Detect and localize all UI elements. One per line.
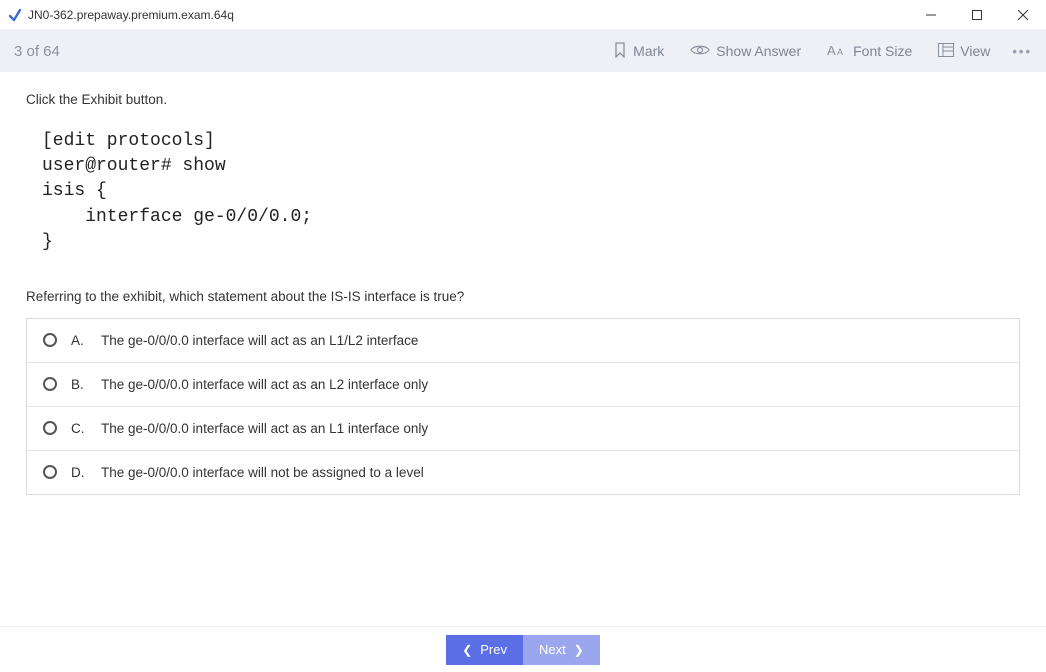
- exhibit-code: [edit protocols] user@router# show isis …: [42, 129, 1020, 255]
- app-logo-icon: [8, 8, 22, 22]
- option-letter: D.: [71, 465, 87, 480]
- view-icon: [938, 43, 954, 60]
- titlebar: JN0-362.prepaway.premium.exam.64q: [0, 0, 1046, 30]
- option-letter: C.: [71, 421, 87, 436]
- window-title: JN0-362.prepaway.premium.exam.64q: [28, 8, 908, 22]
- option-text: The ge-0/0/0.0 interface will not be ass…: [101, 465, 424, 480]
- question-counter: 3 of 64: [14, 43, 587, 60]
- chevron-left-icon: ❮: [462, 643, 472, 657]
- font-size-icon: AA: [827, 43, 847, 60]
- option-a[interactable]: A. The ge-0/0/0.0 interface will act as …: [27, 319, 1019, 362]
- radio-icon: [43, 465, 57, 479]
- prev-button[interactable]: ❮ Prev: [446, 635, 523, 665]
- options-list: A. The ge-0/0/0.0 interface will act as …: [26, 318, 1020, 495]
- option-text: The ge-0/0/0.0 interface will act as an …: [101, 377, 428, 392]
- prev-label: Prev: [480, 642, 507, 657]
- option-text: The ge-0/0/0.0 interface will act as an …: [101, 333, 418, 348]
- more-menu-button[interactable]: •••: [1012, 44, 1032, 59]
- font-size-button[interactable]: AA Font Size: [827, 43, 912, 60]
- close-button[interactable]: [1000, 0, 1046, 30]
- radio-icon: [43, 333, 57, 347]
- radio-icon: [43, 377, 57, 391]
- show-answer-label: Show Answer: [716, 43, 801, 59]
- eye-icon: [690, 43, 710, 60]
- mark-label: Mark: [633, 43, 664, 59]
- bookmark-icon: [613, 42, 627, 61]
- option-b[interactable]: B. The ge-0/0/0.0 interface will act as …: [27, 362, 1019, 406]
- view-label: View: [960, 43, 990, 59]
- option-text: The ge-0/0/0.0 interface will act as an …: [101, 421, 428, 436]
- window-controls: [908, 0, 1046, 30]
- instruction-text: Click the Exhibit button.: [26, 92, 1020, 107]
- maximize-button[interactable]: [954, 0, 1000, 30]
- minimize-button[interactable]: [908, 0, 954, 30]
- option-d[interactable]: D. The ge-0/0/0.0 interface will not be …: [27, 450, 1019, 494]
- option-letter: A.: [71, 333, 87, 348]
- mark-button[interactable]: Mark: [613, 42, 664, 61]
- radio-icon: [43, 421, 57, 435]
- next-label: Next: [539, 642, 566, 657]
- option-letter: B.: [71, 377, 87, 392]
- question-prompt: Referring to the exhibit, which statemen…: [26, 289, 1020, 304]
- svg-text:A: A: [827, 43, 836, 57]
- font-size-label: Font Size: [853, 43, 912, 59]
- chevron-right-icon: ❯: [574, 643, 584, 657]
- show-answer-button[interactable]: Show Answer: [690, 43, 801, 60]
- view-button[interactable]: View: [938, 43, 990, 60]
- next-button[interactable]: Next ❯: [523, 635, 600, 665]
- toolbar: 3 of 64 Mark Show Answer AA Font Size Vi…: [0, 30, 1046, 72]
- svg-text:A: A: [837, 47, 843, 57]
- option-c[interactable]: C. The ge-0/0/0.0 interface will act as …: [27, 406, 1019, 450]
- footer-nav: ❮ Prev Next ❯: [0, 626, 1046, 672]
- question-content: Click the Exhibit button. [edit protocol…: [0, 72, 1046, 626]
